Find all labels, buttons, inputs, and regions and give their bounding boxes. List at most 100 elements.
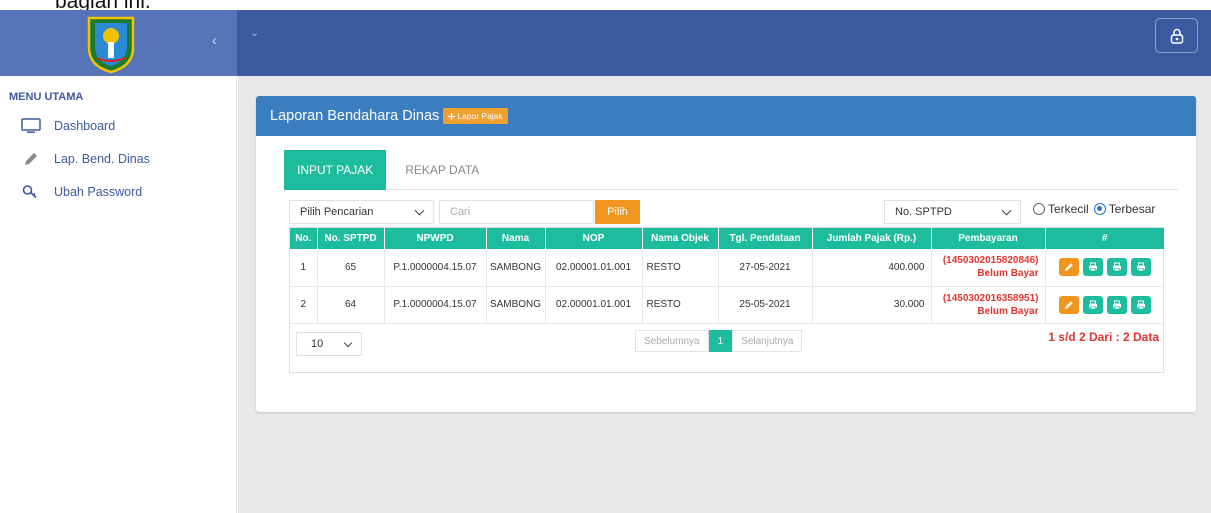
table-header-row: No. No. SPTPD NPWPD Nama NOP Nama Objek … xyxy=(290,228,1164,249)
cell-tgl: 27-05-2021 xyxy=(718,249,813,287)
cell-nama-objek: RESTO xyxy=(642,249,719,287)
payment-status: Belum Bayar xyxy=(977,268,1039,280)
chevron-down-icon xyxy=(414,205,425,216)
edit-button[interactable] xyxy=(1058,295,1079,314)
lapor-pajak-label: Lapor Pajak xyxy=(457,111,503,121)
pencil-icon xyxy=(1064,300,1073,309)
lock-icon xyxy=(1170,28,1183,44)
sidebar-item-lap-bend-dinas[interactable]: Lap. Bend. Dinas xyxy=(20,151,150,167)
print-button[interactable] xyxy=(1082,295,1103,314)
col-tgl-pendataan: Tgl. Pendataan xyxy=(718,228,813,249)
filter-bar: Pilih Pencarian Pilih No. SPTPD Terkecil… xyxy=(289,200,1174,224)
print-button[interactable] xyxy=(1106,295,1127,314)
cell-pembayaran: (1450302015820846) Belum Bayar xyxy=(931,249,1046,287)
pencil-icon xyxy=(20,151,42,167)
record-summary: 1 s/d 2 Dari : 2 Data xyxy=(1048,330,1159,344)
radio-terbesar-label: Terbesar xyxy=(1108,202,1156,216)
col-npwpd: NPWPD xyxy=(384,228,487,249)
radio-terkecil[interactable] xyxy=(1033,203,1045,215)
next-page-button[interactable]: Selanjutnya xyxy=(732,330,803,352)
sort-field-select[interactable]: No. SPTPD xyxy=(884,200,1021,224)
chevron-down-icon xyxy=(1001,205,1012,216)
print-button[interactable] xyxy=(1130,258,1151,277)
sort-order-group: Terkecil Terbesar xyxy=(1033,202,1155,216)
pager: Sebelumnya 1 Selanjutnya xyxy=(635,330,803,352)
col-sptpd: No. SPTPD xyxy=(317,228,385,249)
lapor-pajak-button[interactable]: Lapor Pajak xyxy=(443,108,508,124)
cell-npwpd: P.1.0000004.15.07 xyxy=(384,249,487,287)
payment-code: (1450302015820846) xyxy=(942,255,1039,267)
data-table-container: No. No. SPTPD NPWPD Nama NOP Nama Objek … xyxy=(289,227,1164,373)
panel-title: Laporan Bendahara Dinas xyxy=(270,108,440,124)
sidebar-item-label: Ubah Password xyxy=(54,185,143,199)
cell-jumlah: 30.000 xyxy=(812,286,932,324)
sidebar-collapse-icon[interactable]: ‹ xyxy=(212,32,217,48)
tab-bar: INPUT PAJAK REKAP DATA xyxy=(284,150,1178,190)
col-nama-objek: Nama Objek xyxy=(642,228,719,249)
cell-nama: SAMBONG xyxy=(486,249,546,287)
table-row: 1 65 P.1.0000004.15.07 SAMBONG 02.00001.… xyxy=(290,249,1164,287)
printer-icon xyxy=(1088,300,1097,309)
sidebar-item-ubah-password[interactable]: Ubah Password xyxy=(20,184,142,200)
pilih-button[interactable]: Pilih xyxy=(595,200,640,224)
cell-sptpd: 64 xyxy=(317,286,385,324)
print-button[interactable] xyxy=(1106,258,1127,277)
pagination-bar: 10 Sebelumnya 1 Selanjutnya 1 s/d 2 Dari… xyxy=(290,322,1163,360)
sidebar-item-dashboard[interactable]: Dashboard xyxy=(20,118,115,134)
col-no: No. xyxy=(290,228,318,249)
cell-no: 2 xyxy=(290,286,318,324)
col-nop: NOP xyxy=(545,228,643,249)
cell-nop: 02.00001.01.001 xyxy=(545,249,643,287)
lock-button[interactable] xyxy=(1155,18,1198,53)
printer-icon xyxy=(1088,262,1097,272)
prev-page-button[interactable]: Sebelumnya xyxy=(635,330,709,352)
main-content: Laporan Bendahara Dinas Lapor Pajak INPU… xyxy=(238,76,1211,513)
search-input[interactable] xyxy=(439,200,594,224)
table-row: 2 64 P.1.0000004.15.07 SAMBONG 02.00001.… xyxy=(290,286,1164,324)
radio-terkecil-label: Terkecil xyxy=(1048,202,1089,216)
data-table: No. No. SPTPD NPWPD Nama NOP Nama Objek … xyxy=(290,228,1164,324)
regency-logo xyxy=(87,16,135,74)
printer-icon xyxy=(1112,300,1121,309)
tab-rekap-data[interactable]: REKAP DATA xyxy=(392,150,492,190)
edit-button[interactable] xyxy=(1058,258,1079,277)
cell-pembayaran: (1450302016358951) Belum Bayar xyxy=(931,286,1046,324)
sidebar-item-label: Lap. Bend. Dinas xyxy=(54,152,150,166)
chevron-down-icon[interactable]: ⌄ xyxy=(250,26,259,39)
panel-header: Laporan Bendahara Dinas Lapor Pajak xyxy=(256,96,1196,136)
radio-terbesar[interactable] xyxy=(1093,203,1106,215)
cell-actions xyxy=(1045,286,1164,324)
cell-sptpd: 65 xyxy=(317,249,385,287)
chevron-down-icon xyxy=(343,338,353,348)
sort-field-value: No. SPTPD xyxy=(895,206,952,218)
plus-icon xyxy=(448,112,456,120)
tab-input-pajak[interactable]: INPUT PAJAK xyxy=(284,150,387,190)
key-icon xyxy=(20,184,42,200)
printer-icon xyxy=(1136,300,1145,309)
monitor-icon xyxy=(20,118,42,134)
printer-icon xyxy=(1136,262,1145,272)
cell-tgl: 25-05-2021 xyxy=(718,286,813,324)
col-pembayaran: Pembayaran xyxy=(931,228,1046,249)
sidebar-item-label: Dashboard xyxy=(54,119,116,133)
cell-nama-objek: RESTO xyxy=(642,286,719,324)
cell-jumlah: 400.000 xyxy=(812,249,932,287)
top-navbar: ‹ ⌄ xyxy=(0,10,1211,76)
search-type-select[interactable]: Pilih Pencarian xyxy=(289,200,434,224)
page-size-select[interactable]: 10 xyxy=(296,332,362,356)
col-jumlah-pajak: Jumlah Pajak (Rp.) xyxy=(812,228,932,249)
cell-actions xyxy=(1045,249,1164,287)
page-1-button[interactable]: 1 xyxy=(708,330,733,352)
laporan-panel: Laporan Bendahara Dinas Lapor Pajak INPU… xyxy=(256,96,1196,412)
print-button[interactable] xyxy=(1130,295,1151,314)
search-type-value: Pilih Pencarian xyxy=(300,206,374,218)
sidebar: MENU UTAMA Dashboard Lap. Bend. Dinas Ub… xyxy=(0,76,237,513)
sidebar-heading: MENU UTAMA xyxy=(9,91,84,103)
brand-area: ‹ xyxy=(0,10,237,76)
print-button[interactable] xyxy=(1082,258,1103,277)
payment-code: (1450302016358951) xyxy=(942,292,1039,304)
cell-nop: 02.00001.01.001 xyxy=(545,286,643,324)
col-actions: # xyxy=(1045,228,1164,249)
cell-no: 1 xyxy=(290,249,318,287)
pencil-icon xyxy=(1064,263,1073,272)
